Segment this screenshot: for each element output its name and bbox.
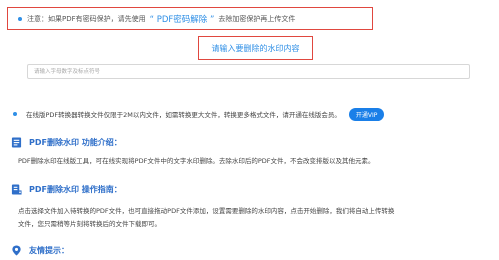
document-icon [11, 137, 22, 148]
password-notice: 注意：如果PDF有密码保护，请先使用 “ PDF密码解除 ” 去除加密保护再上传… [7, 7, 373, 30]
intro-text: PDF删除水印在线版工具，可在线实现将PDF文件中的文字水印删除。去除水印后的P… [18, 157, 375, 165]
watermark-text-input[interactable] [27, 64, 470, 79]
location-pin-icon [12, 245, 21, 256]
notice-suffix: 去除加密保护再上传文件 [218, 14, 296, 23]
limit-text: 在线版PDF转换器转换文件仅限于2M以内文件，如需转换更大文件，转换更多格式文件… [26, 111, 341, 119]
intro-title: PDF删除水印 功能介绍： [29, 138, 122, 147]
guide-heading: PDF删除水印 操作指南： [11, 184, 122, 195]
bullet-dot [18, 16, 22, 21]
guide-line-2: 文件，您只需稍等片刻将转换后的文件下载即可。 [18, 220, 161, 228]
bullet-dot [13, 112, 17, 116]
tips-title: 友情提示： [29, 246, 69, 255]
watermark-content-label: 请输入要删除的水印内容 [198, 36, 313, 60]
watermark-content-title: 请输入要删除的水印内容 [211, 43, 300, 53]
notice-prefix: 注意：如果PDF有密码保护，请先使用 [27, 14, 146, 23]
pdf-password-remove-link[interactable]: “ PDF密码解除 ” [150, 13, 215, 25]
tips-heading: 友情提示： [11, 245, 69, 256]
guide-line-1: 点击选择文件加入待转换的PDF文件，也可直接拖动PDF文件添加，设置需要删除的水… [18, 207, 395, 215]
intro-heading: PDF删除水印 功能介绍： [11, 137, 122, 148]
guide-document-icon [11, 184, 22, 195]
open-vip-button[interactable]: 开通VIP [348, 107, 385, 121]
file-size-limit-notice: 在线版PDF转换器转换文件仅限于2M以内文件，如需转换更大文件，转换更多格式文件… [13, 107, 493, 121]
guide-title: PDF删除水印 操作指南： [29, 185, 122, 194]
